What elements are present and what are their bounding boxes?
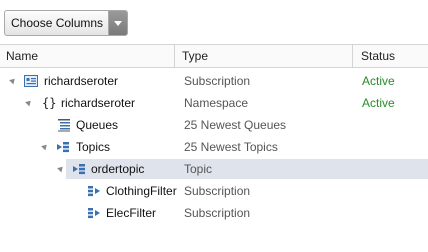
queues-icon [58, 119, 70, 132]
expand-toggle-icon[interactable] [9, 76, 17, 85]
status-badge: Active [362, 74, 395, 88]
column-header-type[interactable]: Type [176, 45, 208, 67]
column-header-name[interactable]: Name [0, 45, 38, 67]
tree-row-clothingfilter[interactable]: ClothingFilter Subscription [0, 180, 428, 202]
expand-toggle-icon[interactable] [25, 98, 33, 107]
topic-icon [73, 164, 85, 175]
tree-row-namespace[interactable]: {} richardseroter Namespace Active [0, 92, 428, 114]
column-header-status[interactable]: Status [355, 45, 395, 67]
chevron-down-icon[interactable] [108, 11, 127, 35]
column-divider[interactable] [352, 45, 353, 67]
tree-row-elecfilter[interactable]: ElecFilter Subscription [0, 202, 428, 224]
topics-icon [57, 142, 69, 153]
tree-row-type: Subscription [184, 74, 251, 88]
tree-row-type: Subscription [184, 206, 251, 220]
filter-subscription-icon [88, 186, 100, 197]
tree-row-type: Subscription [184, 184, 251, 198]
tree-row-queues[interactable]: Queues 25 Newest Queues [0, 114, 428, 136]
tree-row-type: 25 Newest Topics [184, 140, 278, 154]
expand-toggle-icon[interactable] [41, 142, 49, 151]
tree-row-name: ElecFilter [106, 206, 157, 220]
tree-row-ordertopic[interactable]: ordertopic Topic [0, 158, 428, 180]
column-divider[interactable] [174, 45, 175, 67]
choose-columns-label: Choose Columns [11, 16, 104, 30]
filter-subscription-icon [88, 208, 100, 219]
tree-row-name: ClothingFilter [106, 184, 177, 198]
tree-row-topics[interactable]: Topics 25 Newest Topics [0, 136, 428, 158]
choose-columns-button[interactable]: Choose Columns [4, 10, 128, 36]
tree-row-type: 25 Newest Queues [184, 118, 287, 132]
tree-row-name: Queues [76, 118, 119, 132]
tree-row-subscription[interactable]: richardseroter Subscription Active [0, 70, 428, 92]
tree-row-type: Namespace [184, 96, 249, 110]
status-badge: Active [362, 96, 395, 110]
namespace-braces-icon: {} [42, 96, 57, 110]
expand-toggle-icon[interactable] [57, 164, 65, 173]
tree-row-type: Topic [184, 162, 213, 176]
subscription-card-icon [24, 75, 38, 87]
toolbar: Choose Columns [0, 0, 428, 44]
column-header: Name Type Status [0, 44, 428, 68]
tree-row-name: richardseroter [61, 96, 136, 110]
tree-row-name: Topics [76, 140, 111, 154]
tree-row-name: ordertopic [91, 162, 145, 176]
tree-row-name: richardseroter [44, 74, 119, 88]
